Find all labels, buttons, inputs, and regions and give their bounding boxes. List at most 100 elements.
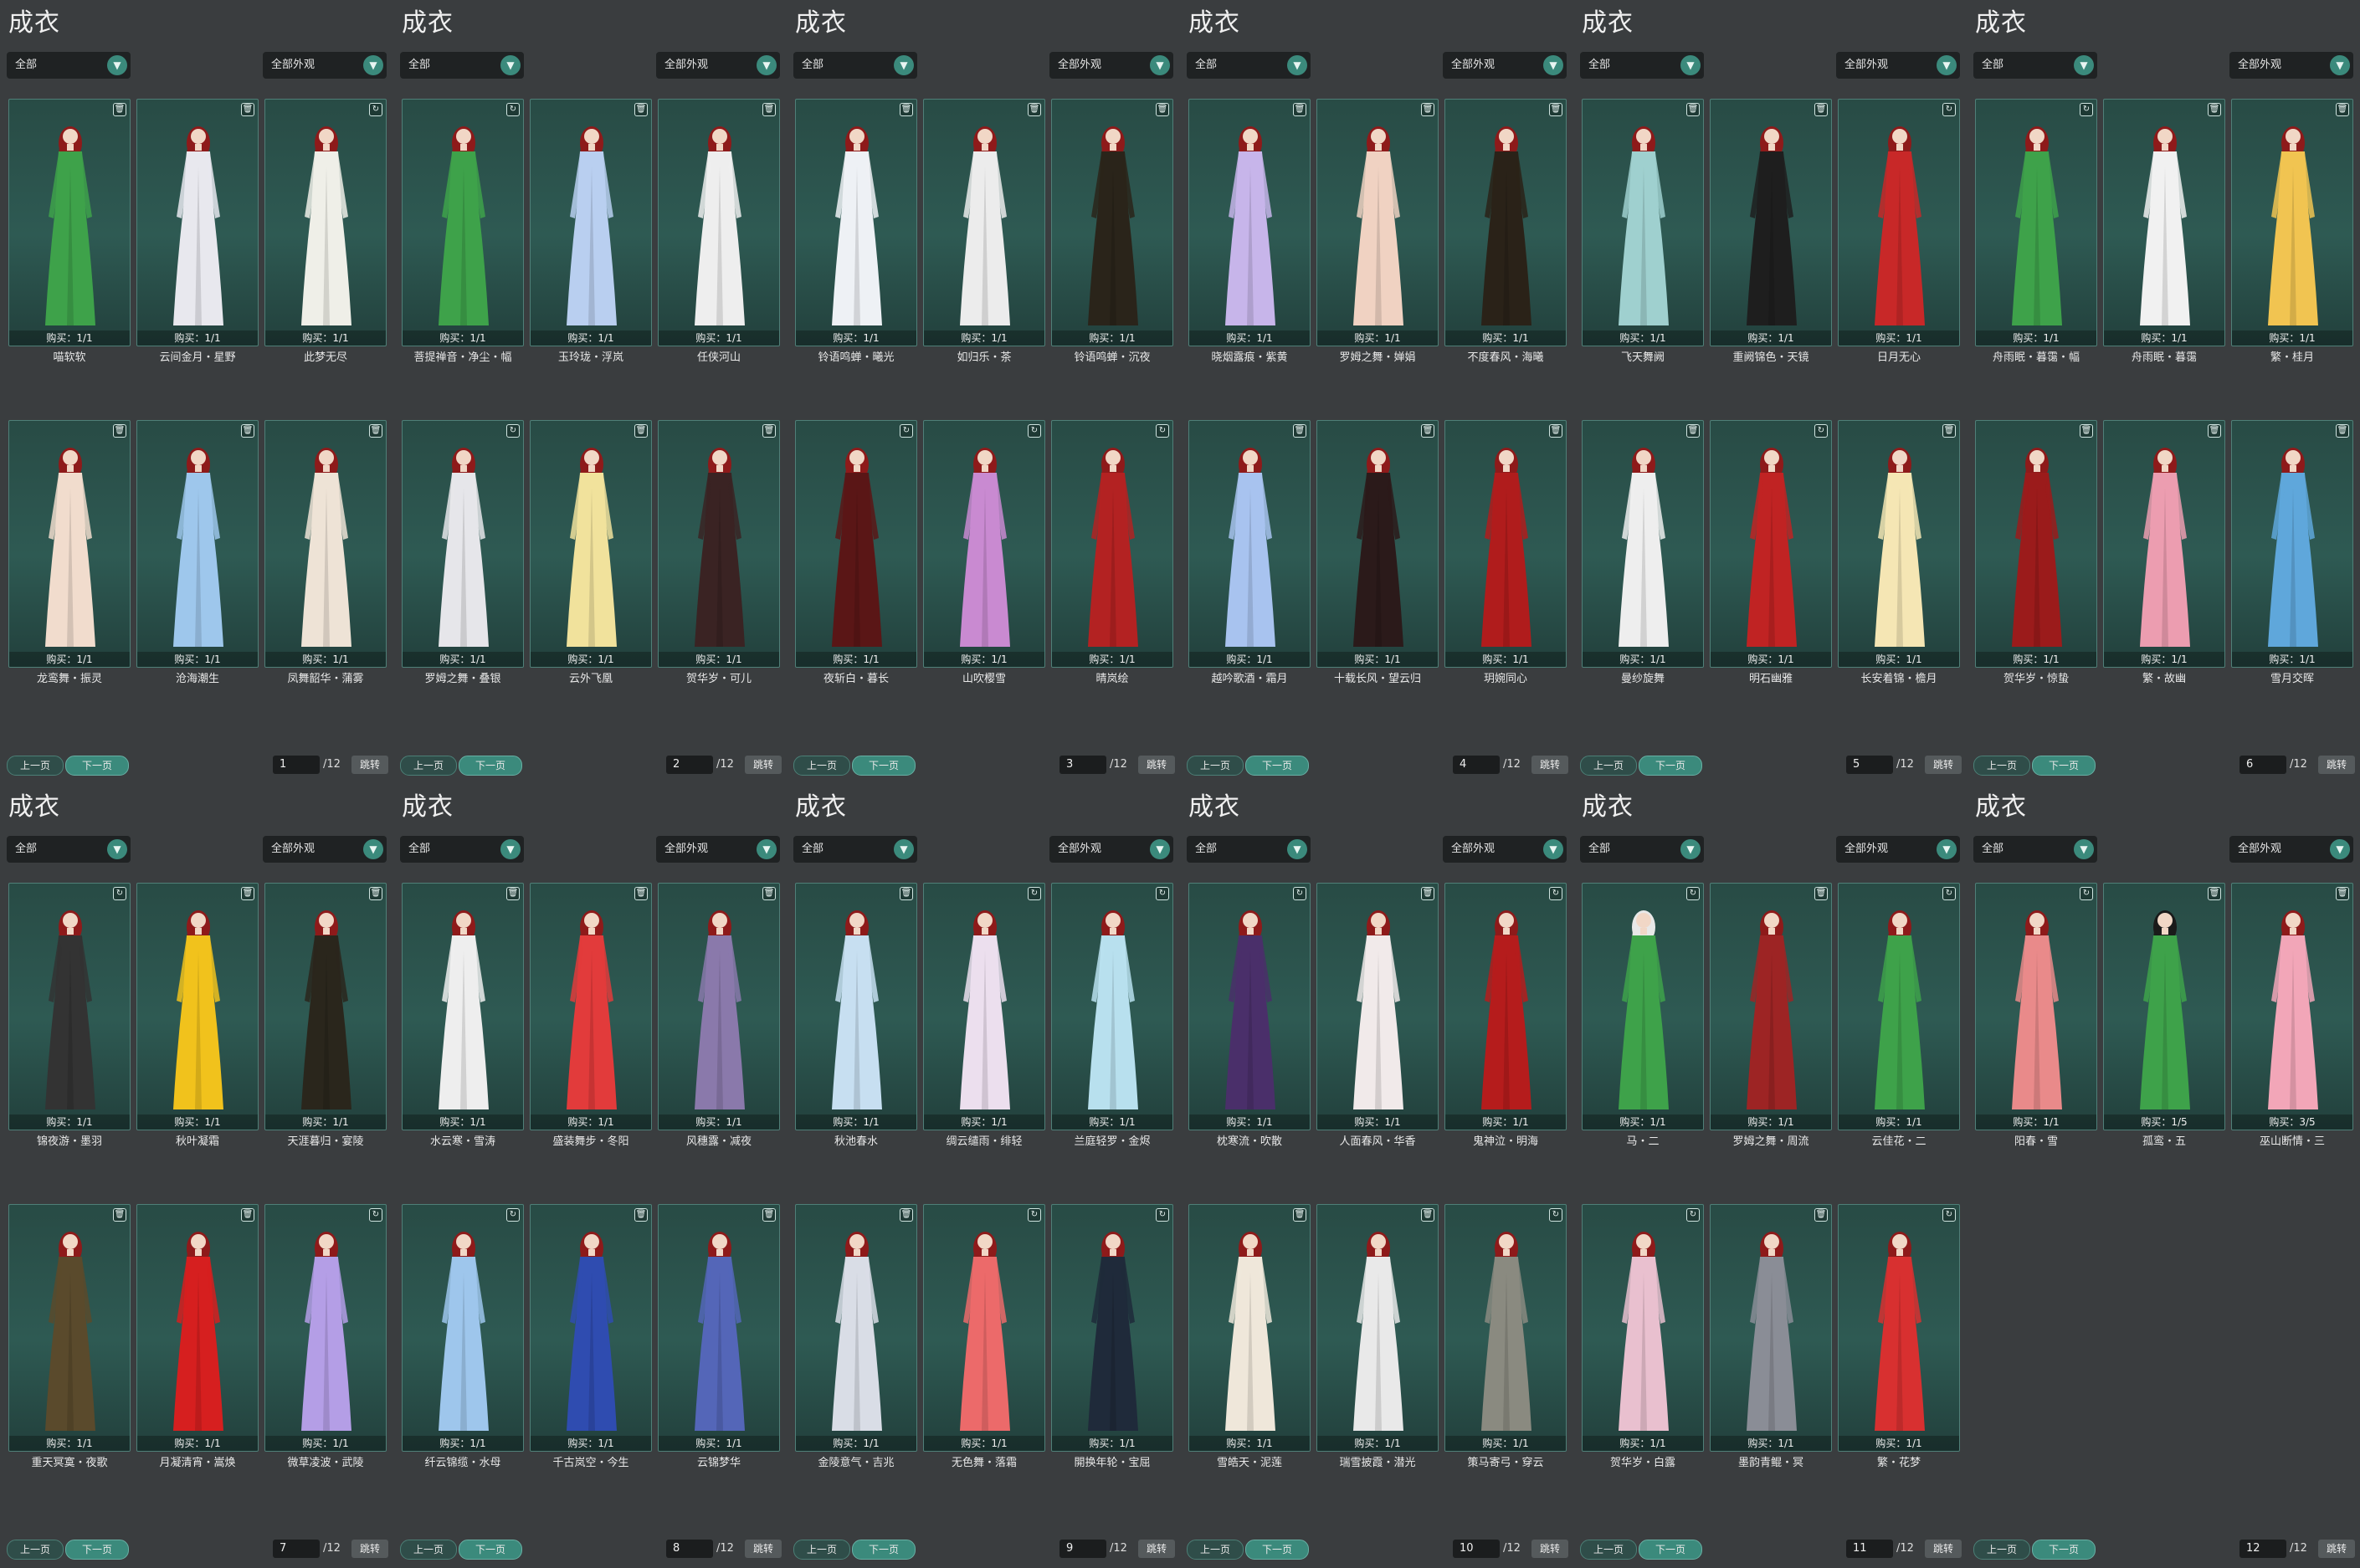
outfit-card[interactable]: 🗑 购买：1/1 (1582, 420, 1704, 668)
outfit-card[interactable]: 🗑 购买：1/1 (795, 883, 917, 1130)
filter-appearance-select[interactable]: 全部外观 ▼ (1443, 836, 1567, 863)
outfit-card[interactable]: 🗑 购买：1/1 (1710, 883, 1832, 1130)
chevron-down-icon[interactable]: ▼ (1150, 839, 1170, 859)
outfit-item[interactable]: 🗑 购买：1/1 舟雨眠・暮霭 (2103, 99, 2225, 364)
trash-icon[interactable]: 🗑 (2336, 103, 2349, 116)
trash-icon[interactable]: 🗑 (1942, 424, 1956, 438)
outfit-item[interactable]: 🗑 购买：1/1 雪皓天・泥莲 (1188, 1204, 1311, 1469)
filter-appearance-select[interactable]: 全部外观 ▼ (656, 52, 780, 79)
filter-category-select[interactable]: 全部 ▼ (7, 836, 131, 863)
filter-category-select[interactable]: 全部 ▼ (1580, 836, 1704, 863)
outfit-item[interactable]: ↻ 购买：1/1 云佳花・二 (1838, 883, 1960, 1148)
outfit-item[interactable]: 🗑 购买：1/1 秋叶凝霜 (136, 883, 259, 1148)
next-page-button[interactable]: 下一页 (1245, 1540, 1309, 1560)
filter-category-select[interactable]: 全部 ▼ (1973, 836, 2097, 863)
trash-icon[interactable]: 🗑 (2336, 424, 2349, 438)
outfit-item[interactable]: ↻ 购买：1/1 马・二 (1582, 883, 1704, 1148)
outfit-card[interactable]: 🗑 购买：1/1 (1316, 883, 1439, 1130)
outfit-item[interactable]: ↻ 购买：1/1 明石幽雅 (1710, 420, 1832, 685)
trash-icon[interactable]: 🗑 (1293, 424, 1306, 438)
outfit-item[interactable]: 🗑 购买：1/1 曼纱旋舞 (1582, 420, 1704, 685)
filter-category-select[interactable]: 全部 ▼ (400, 836, 524, 863)
trash-icon[interactable]: 🗑 (1293, 1208, 1306, 1222)
filter-appearance-select[interactable]: 全部外观 ▼ (1836, 836, 1960, 863)
trash-icon[interactable]: 🗑 (1549, 424, 1562, 438)
outfit-item[interactable]: 🗑 购买：1/1 瑞雪披霞・潜光 (1316, 1204, 1439, 1469)
refresh-icon[interactable]: ↻ (506, 424, 520, 438)
outfit-item[interactable]: 🗑 购买：1/1 繁・桂月 (2231, 99, 2353, 364)
outfit-item[interactable]: 🗑 购买：1/1 金陵意气・吉兆 (795, 1204, 917, 1469)
outfit-card[interactable]: ↻ 购买：1/1 (1975, 883, 2097, 1130)
next-page-button[interactable]: 下一页 (459, 756, 522, 776)
trash-icon[interactable]: 🗑 (1421, 103, 1434, 116)
trash-icon[interactable]: 🗑 (1028, 103, 1041, 116)
next-page-button[interactable]: 下一页 (65, 1540, 129, 1560)
trash-icon[interactable]: 🗑 (369, 887, 382, 900)
chevron-down-icon[interactable]: ▼ (2074, 839, 2094, 859)
page-number-input[interactable]: 2 (666, 756, 713, 774)
trash-icon[interactable]: 🗑 (1293, 103, 1306, 116)
outfit-card[interactable]: ↻ 购买：1/1 (1582, 883, 1704, 1130)
outfit-card[interactable]: ↻ 购买：1/1 (923, 1204, 1045, 1452)
outfit-item[interactable]: 🗑 购买：1/1 晓烟露痕・紫黄 (1188, 99, 1311, 364)
outfit-item[interactable]: 🗑 购买：1/1 盛装舞步・冬阳 (530, 883, 652, 1148)
outfit-card[interactable]: ↻ 购买：1/1 (923, 420, 1045, 668)
prev-page-button[interactable]: 上一页 (1973, 756, 2030, 776)
trash-icon[interactable]: 🗑 (1686, 424, 1700, 438)
trash-icon[interactable]: 🗑 (762, 887, 776, 900)
prev-page-button[interactable]: 上一页 (1187, 1540, 1244, 1560)
outfit-item[interactable]: ↻ 购买：1/1 贺华岁・白露 (1582, 1204, 1704, 1469)
chevron-down-icon[interactable]: ▼ (2330, 55, 2350, 75)
outfit-item[interactable]: 🗑 购买：1/1 贺华岁・可儿 (658, 420, 780, 685)
prev-page-button[interactable]: 上一页 (7, 1540, 64, 1560)
next-page-button[interactable]: 下一页 (65, 756, 129, 776)
refresh-icon[interactable]: ↻ (2080, 103, 2093, 116)
outfit-card[interactable]: 🗑 购买：1/1 (1188, 1204, 1311, 1452)
outfit-item[interactable]: 🗑 购买：1/1 云锦梦华 (658, 1204, 780, 1469)
page-number-input[interactable]: 5 (1846, 756, 1893, 774)
filter-appearance-select[interactable]: 全部外观 ▼ (656, 836, 780, 863)
trash-icon[interactable]: 🗑 (1814, 103, 1828, 116)
trash-icon[interactable]: 🗑 (900, 103, 913, 116)
refresh-icon[interactable]: ↻ (1814, 424, 1828, 438)
outfit-item[interactable]: 🗑 购买：1/1 如归乐・茶 (923, 99, 1045, 364)
outfit-item[interactable]: ↻ 购买：1/1 兰庭轻罗・金烬 (1051, 883, 1173, 1148)
outfit-card[interactable]: 🗑 购买：1/1 (8, 99, 131, 346)
outfit-item[interactable]: ↻ 购买：1/1 繁・花梦 (1838, 1204, 1960, 1469)
page-number-input[interactable]: 11 (1846, 1540, 1893, 1558)
outfit-item[interactable]: 🗑 购买：1/1 任侠河山 (658, 99, 780, 364)
outfit-card[interactable]: 🗑 购买：1/1 (1316, 1204, 1439, 1452)
outfit-card[interactable]: 🗑 购买：1/1 (1975, 420, 2097, 668)
outfit-card[interactable]: ↻ 购买：1/1 (264, 1204, 387, 1452)
outfit-item[interactable]: 🗑 购买：1/1 罗姆之舞・婵娟 (1316, 99, 1439, 364)
refresh-icon[interactable]: ↻ (1028, 887, 1041, 900)
outfit-item[interactable]: 🗑 购买：1/1 铃语鸣蝉・曦光 (795, 99, 917, 364)
trash-icon[interactable]: 🗑 (762, 103, 776, 116)
trash-icon[interactable]: 🗑 (634, 103, 648, 116)
trash-icon[interactable]: 🗑 (1421, 424, 1434, 438)
refresh-icon[interactable]: ↻ (113, 887, 126, 900)
outfit-item[interactable]: 🗑 购买：1/1 月凝清宵・嵩焕 (136, 1204, 259, 1469)
outfit-item[interactable]: ↻ 购买：1/1 锦夜游・墨羽 (8, 883, 131, 1148)
outfit-item[interactable]: 🗑 购买：1/1 不度春风・海曦 (1444, 99, 1567, 364)
chevron-down-icon[interactable]: ▼ (1937, 55, 1957, 75)
trash-icon[interactable]: 🗑 (506, 887, 520, 900)
trash-icon[interactable]: 🗑 (900, 887, 913, 900)
prev-page-button[interactable]: 上一页 (400, 756, 457, 776)
outfit-item[interactable]: ↻ 购买：1/1 罗姆之舞・叠银 (402, 420, 524, 685)
outfit-item[interactable]: ↻ 购买：1/1 日月无心 (1838, 99, 1960, 364)
outfit-card[interactable]: 🗑 购买：1/1 (8, 1204, 131, 1452)
trash-icon[interactable]: 🗑 (900, 1208, 913, 1222)
chevron-down-icon[interactable]: ▼ (500, 55, 521, 75)
filter-appearance-select[interactable]: 全部外观 ▼ (263, 52, 387, 79)
next-page-button[interactable]: 下一页 (2032, 756, 2096, 776)
outfit-card[interactable]: ↻ 购买：1/1 (1582, 1204, 1704, 1452)
outfit-item[interactable]: 🗑 购买：1/5 孤鸾・五 (2103, 883, 2225, 1148)
refresh-icon[interactable]: ↻ (1028, 424, 1041, 438)
chevron-down-icon[interactable]: ▼ (1150, 55, 1170, 75)
prev-page-button[interactable]: 上一页 (1187, 756, 1244, 776)
next-page-button[interactable]: 下一页 (1245, 756, 1309, 776)
outfit-card[interactable]: ↻ 购买：1/1 (1444, 1204, 1567, 1452)
chevron-down-icon[interactable]: ▼ (2330, 839, 2350, 859)
outfit-item[interactable]: ↻ 购买：1/1 開换年轮・宝屈 (1051, 1204, 1173, 1469)
